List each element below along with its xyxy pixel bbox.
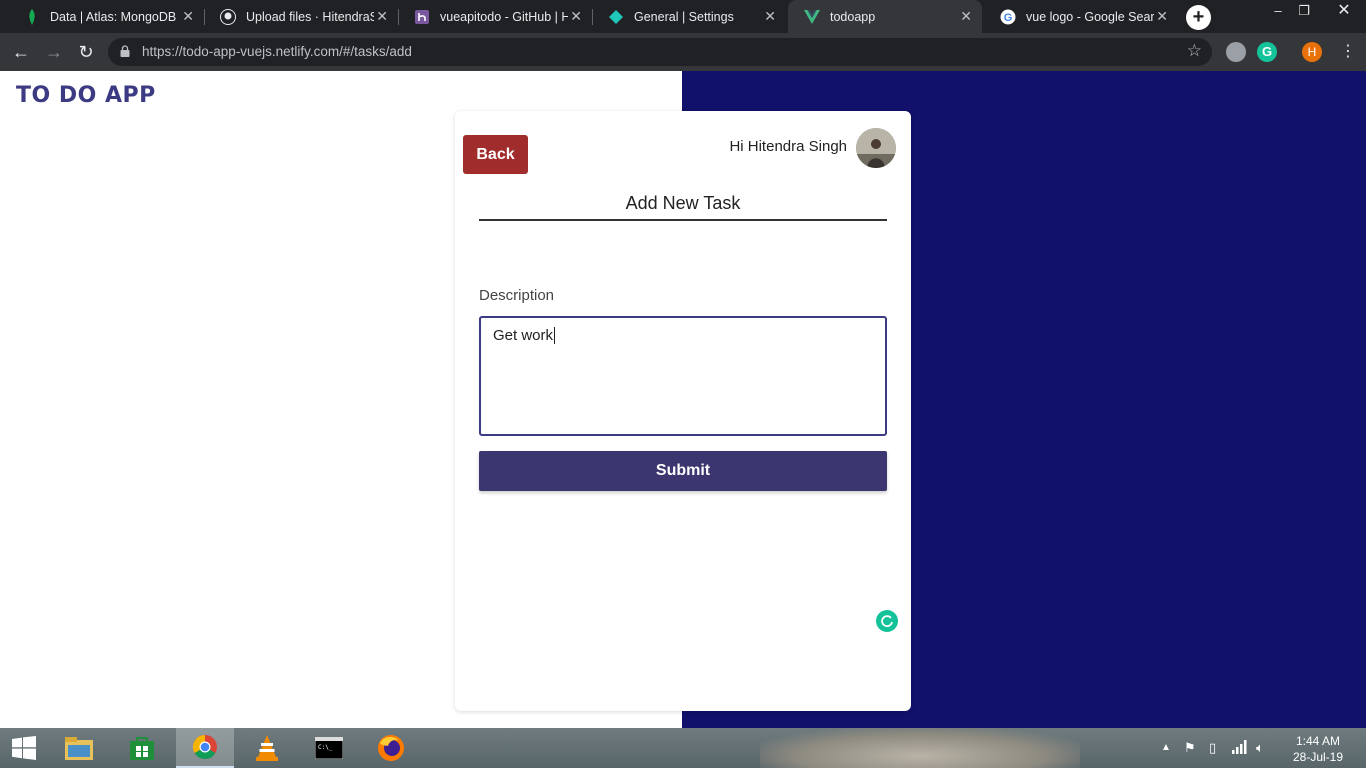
description-label: Description <box>479 287 555 304</box>
wallpaper-detail <box>760 728 1080 768</box>
description-textarea[interactable]: Get work <box>479 316 898 632</box>
extension-icon[interactable] <box>1226 42 1246 62</box>
page-heading: Add New Task <box>479 193 887 221</box>
github-icon <box>220 8 236 25</box>
profile-avatar[interactable]: H <box>1302 42 1322 62</box>
url-text: https://todo-app-vuejs.netlify.com/#/tas… <box>142 44 412 59</box>
clock-time: 1:44 AM <box>1295 734 1341 748</box>
submit-button[interactable]: Submit <box>479 451 887 491</box>
add-task-card: Back Hi Hitendra Singh Add New Task Desc… <box>455 111 911 711</box>
grammarly-extension-icon[interactable]: G <box>1257 42 1277 62</box>
back-button[interactable]: Back <box>463 135 528 174</box>
minimize-button[interactable]: – <box>1265 0 1291 22</box>
address-bar[interactable]: https://todo-app-vuejs.netlify.com/#/tas… <box>108 38 1212 66</box>
lock-icon <box>120 45 130 57</box>
web-page: TO DO APP Back Hi Hitendra Singh Add New… <box>0 71 1366 728</box>
close-window-button[interactable]: ✕ <box>1322 0 1366 22</box>
restore-button[interactable]: ❐ <box>1291 0 1317 22</box>
reload-icon[interactable]: ↻ <box>75 41 97 63</box>
user-greeting: Hi Hitendra Singh <box>729 138 847 155</box>
close-icon[interactable]: ✕ <box>960 9 972 23</box>
close-icon[interactable]: ✕ <box>1156 9 1168 23</box>
network-icon[interactable] <box>1232 740 1248 757</box>
tab-title: Upload files · HitendraSin <box>246 9 374 24</box>
tab-title: General | Settings <box>634 9 734 24</box>
svg-text:G: G <box>1004 12 1013 24</box>
mongodb-leaf-icon <box>24 8 40 25</box>
google-icon: G <box>1000 9 1016 25</box>
command-prompt-icon[interactable]: C:\_ <box>300 728 358 768</box>
forward-arrow-icon[interactable]: → <box>43 41 65 63</box>
close-icon[interactable]: ✕ <box>570 9 582 23</box>
tab-google-search[interactable]: G vue logo - Google Search ✕ <box>984 0 1178 33</box>
browser-tab-strip: Data | Atlas: MongoDB A ✕ Upload files ·… <box>0 0 1366 33</box>
close-icon[interactable]: ✕ <box>764 9 776 23</box>
volume-icon[interactable]: 🔈︎ <box>1256 740 1264 756</box>
action-center-icon[interactable]: ⚑ <box>1184 740 1196 756</box>
file-explorer-icon[interactable] <box>50 728 108 768</box>
app-logo[interactable]: TO DO APP <box>16 83 156 108</box>
windows-taskbar: C:\_ ▲ ⚑ ▯ 🔈︎ 1:44 AM 28-Jul-19 <box>0 728 1366 768</box>
netlify-icon <box>608 9 624 25</box>
tab-todoapp[interactable]: todoapp ✕ <box>788 0 982 33</box>
description-text: Get work <box>493 327 554 344</box>
taskbar-clock[interactable]: 1:44 AM 28-Jul-19 <box>1283 733 1353 765</box>
firefox-icon[interactable] <box>362 728 420 768</box>
microsoft-store-icon[interactable] <box>113 728 171 768</box>
clock-date: 28-Jul-19 <box>1292 750 1344 764</box>
back-arrow-icon[interactable]: ← <box>10 41 32 63</box>
more-menu-icon[interactable]: ⋮ <box>1340 41 1356 63</box>
tab-title: vue logo - Google Search <box>1026 9 1154 24</box>
tab-title: vueapitodo - GitHub | He <box>440 9 568 24</box>
close-icon[interactable]: ✕ <box>376 9 388 23</box>
tab-netlify-settings[interactable]: General | Settings ✕ <box>592 0 786 33</box>
vlc-icon[interactable] <box>238 728 296 768</box>
tray-overflow-icon[interactable]: ▲ <box>1161 742 1171 753</box>
grammarly-icon[interactable] <box>876 610 898 632</box>
bookmark-star-icon[interactable]: ☆ <box>1187 41 1202 61</box>
close-icon[interactable]: ✕ <box>182 9 194 23</box>
new-tab-button[interactable]: + <box>1186 5 1211 30</box>
user-avatar <box>856 128 896 168</box>
chrome-taskbar-icon[interactable] <box>176 728 234 768</box>
tab-github-upload[interactable]: Upload files · HitendraSin ✕ <box>204 0 398 33</box>
tab-heroku[interactable]: vueapitodo - GitHub | He ✕ <box>398 0 592 33</box>
browser-toolbar: ← → ↻ https://todo-app-vuejs.netlify.com… <box>0 33 1366 71</box>
heroku-icon <box>414 9 430 25</box>
svg-text:C:\_: C:\_ <box>318 744 333 751</box>
text-caret <box>554 327 556 344</box>
battery-icon[interactable]: ▯ <box>1209 740 1216 756</box>
tab-title: todoapp <box>830 9 876 24</box>
tab-mongodb-atlas[interactable]: Data | Atlas: MongoDB A ✕ <box>8 0 204 33</box>
tab-title: Data | Atlas: MongoDB A <box>50 9 178 24</box>
vue-icon <box>804 9 820 25</box>
windows-start-icon[interactable] <box>0 728 48 768</box>
